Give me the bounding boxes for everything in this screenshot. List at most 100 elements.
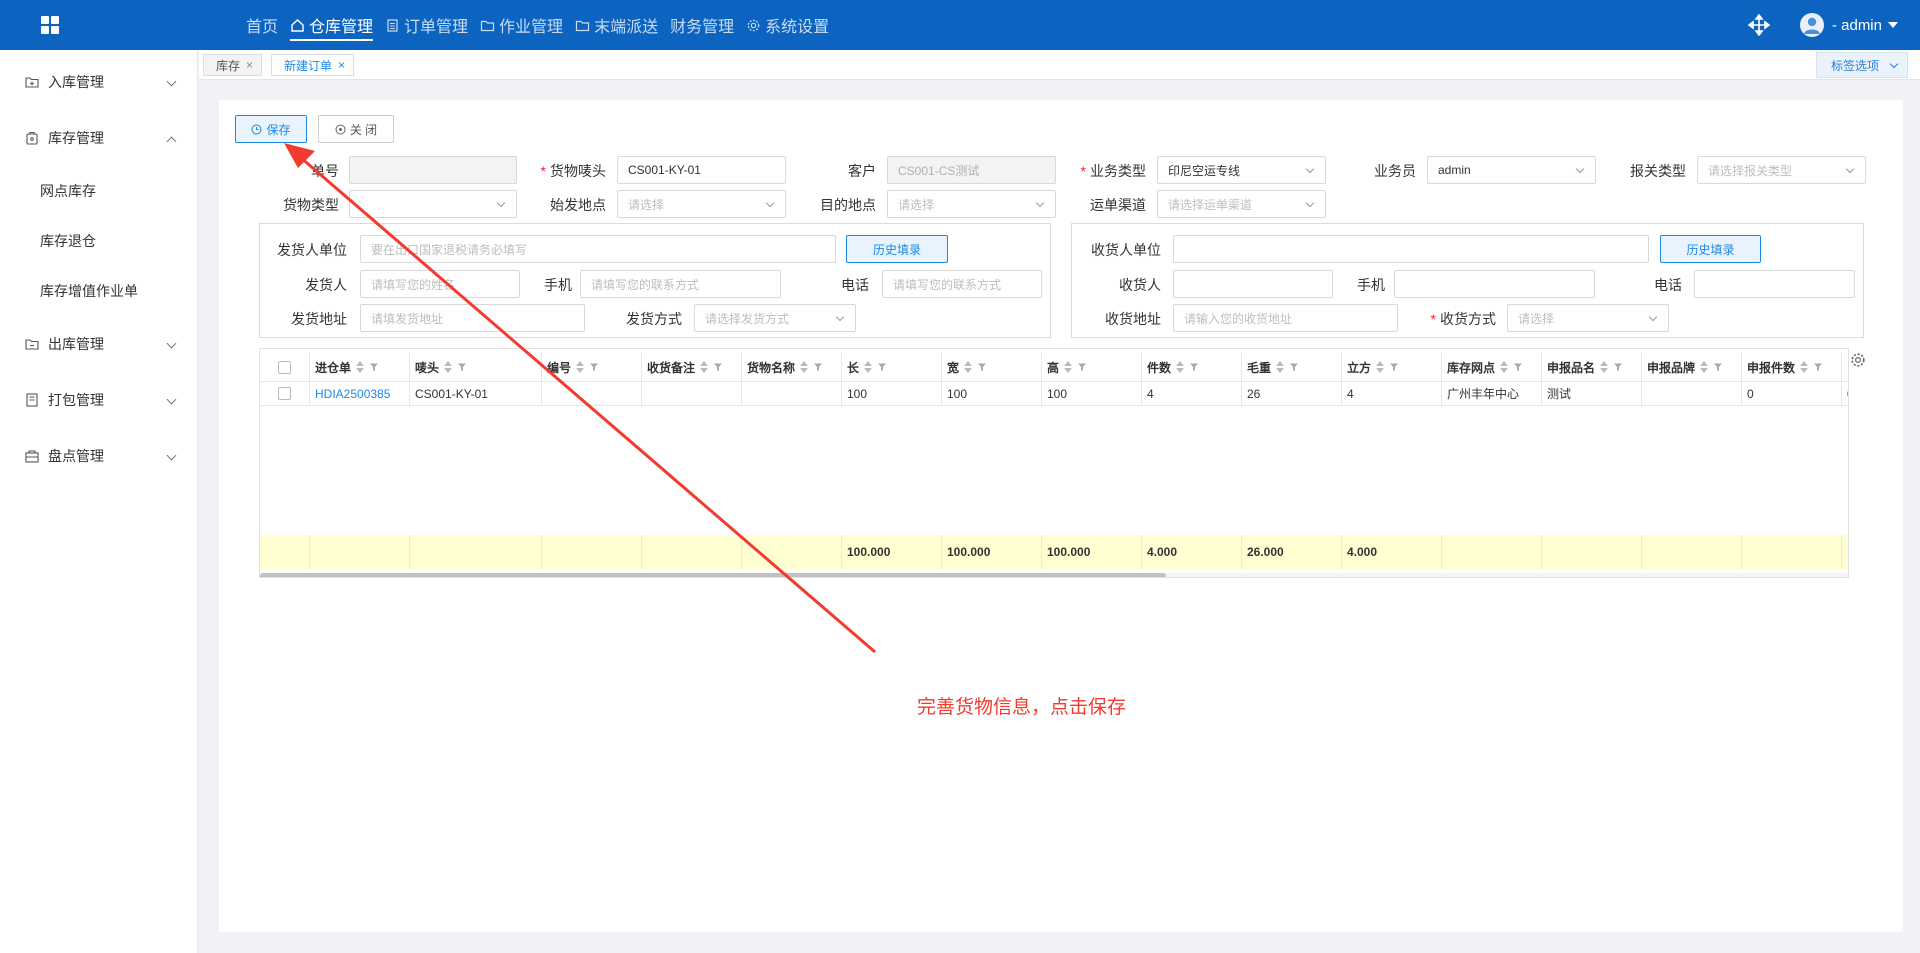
consignee-mobile-input[interactable] (1394, 270, 1595, 298)
customs-type-select[interactable]: 请选择报关类型 (1697, 156, 1866, 184)
filter-icon[interactable] (1713, 362, 1723, 372)
shipper-method-select[interactable]: 请选择发货方式 (694, 304, 856, 332)
sort-icon[interactable] (864, 361, 873, 373)
save-button[interactable]: 保存 (235, 115, 307, 143)
filter-icon[interactable] (1389, 362, 1399, 372)
column-header[interactable]: 申 (1842, 353, 1848, 381)
shipper-phone-input[interactable]: 请填写您的联系方式 (882, 270, 1042, 298)
column-header[interactable]: 高 (1042, 353, 1142, 381)
filter-icon[interactable] (1289, 362, 1299, 372)
column-header[interactable]: 毛重 (1242, 353, 1342, 381)
sort-icon[interactable] (700, 361, 709, 373)
warehouse-entry-link[interactable]: HDIA2500385 (310, 382, 410, 405)
filter-icon[interactable] (589, 362, 599, 372)
user-name[interactable]: - admin (1832, 17, 1882, 34)
shipper-history-button[interactable]: 历史填录 (846, 235, 948, 263)
sidebar-group-inbound[interactable]: 入库管理 (0, 54, 197, 110)
sidebar-item-branch-inventory[interactable]: 网点库存 (0, 166, 197, 216)
nav-finance[interactable]: 财务管理 (664, 0, 740, 50)
column-header[interactable]: 唛头 (410, 353, 542, 381)
nav-warehouse[interactable]: 仓库管理 (284, 0, 379, 50)
sort-icon[interactable] (576, 361, 585, 373)
sidebar-group-stocktake[interactable]: 盘点管理 (0, 428, 197, 484)
sidebar-item-inventory-return[interactable]: 库存退仓 (0, 216, 197, 266)
fullscreen-move-icon[interactable] (1747, 13, 1771, 37)
sort-icon[interactable] (1176, 361, 1185, 373)
consignee-history-button[interactable]: 历史填录 (1660, 235, 1761, 263)
column-header[interactable]: 长 (842, 353, 942, 381)
sort-icon[interactable] (1700, 361, 1709, 373)
filter-icon[interactable] (369, 362, 379, 372)
nav-home[interactable]: 首页 (240, 0, 284, 50)
consignee-phone-input[interactable] (1694, 270, 1855, 298)
user-avatar[interactable] (1799, 13, 1824, 37)
shipper-mobile-input[interactable]: 请填写您的联系方式 (580, 270, 781, 298)
business-type-select[interactable]: 印尼空运专线 (1157, 156, 1326, 184)
mark-input[interactable]: CS001-KY-01 (617, 156, 786, 184)
salesman-select[interactable]: admin (1427, 156, 1596, 184)
filter-icon[interactable] (1077, 362, 1087, 372)
sidebar-item-value-added-order[interactable]: 库存增值作业单 (0, 266, 197, 316)
filter-icon[interactable] (457, 362, 467, 372)
filter-icon[interactable] (813, 362, 823, 372)
table-row[interactable]: HDIA2500385 CS001-KY-01 100 100 100 4 26 4 广州丰年中… (260, 382, 1848, 406)
shipper-name-input[interactable]: 请填写您的姓名 (360, 270, 520, 298)
column-header[interactable]: 件数 (1142, 353, 1242, 381)
column-header[interactable]: 立方 (1342, 353, 1442, 381)
filter-icon[interactable] (1189, 362, 1199, 372)
consignee-method-select[interactable]: 请选择 (1507, 304, 1669, 332)
tab-options-button[interactable]: 标签选项 (1815, 52, 1908, 78)
column-header[interactable]: 申报件数 (1742, 353, 1842, 381)
nav-operations[interactable]: 作业管理 (474, 0, 569, 50)
select-all-checkbox[interactable] (278, 360, 291, 374)
column-header[interactable]: 编号 (542, 353, 642, 381)
column-header[interactable]: 库存网点 (1442, 353, 1542, 381)
scrollbar-thumb[interactable] (260, 573, 1166, 577)
consignee-name-input[interactable] (1173, 270, 1333, 298)
shipper-address-input[interactable]: 请填发货地址 (360, 304, 585, 332)
goods-type-select[interactable] (349, 190, 517, 218)
channel-select[interactable]: 请选择运单渠道 (1157, 190, 1326, 218)
close-button[interactable]: 关 闭 (318, 115, 394, 143)
horizontal-scrollbar[interactable] (260, 573, 1848, 577)
consignee-company-input[interactable] (1173, 235, 1649, 263)
tab-new-order[interactable]: 新建订单 × (271, 54, 355, 76)
tab-inventory[interactable]: 库存 × (203, 54, 263, 76)
close-icon[interactable]: × (338, 58, 345, 72)
column-header[interactable]: 货物名称 (742, 353, 842, 381)
sort-icon[interactable] (1276, 361, 1285, 373)
column-header[interactable]: 申报品牌 (1642, 353, 1742, 381)
sidebar-group-packing[interactable]: 打包管理 (0, 372, 197, 428)
origin-select[interactable]: 请选择 (617, 190, 786, 218)
sort-icon[interactable] (444, 361, 453, 373)
filter-icon[interactable] (877, 362, 887, 372)
sort-icon[interactable] (1376, 361, 1385, 373)
row-checkbox[interactable] (278, 387, 291, 400)
user-menu-caret-icon[interactable] (1888, 22, 1898, 28)
shipper-company-input[interactable]: 要在出口国家退税请务必填写 (360, 235, 836, 263)
filter-icon[interactable] (1613, 362, 1623, 372)
column-header[interactable]: 收货备注 (642, 353, 742, 381)
close-icon[interactable]: × (246, 58, 253, 72)
nav-last-mile[interactable]: 末端派送 (569, 0, 664, 50)
sort-icon[interactable] (1064, 361, 1073, 373)
filter-icon[interactable] (977, 362, 987, 372)
filter-icon[interactable] (1513, 362, 1523, 372)
order-no-input[interactable] (349, 156, 517, 184)
sort-icon[interactable] (1500, 361, 1509, 373)
sort-icon[interactable] (964, 361, 973, 373)
sort-icon[interactable] (1600, 361, 1609, 373)
filter-icon[interactable] (1813, 362, 1823, 372)
consignee-address-input[interactable]: 请输入您的收货地址 (1173, 304, 1398, 332)
sort-icon[interactable] (800, 361, 809, 373)
customer-input[interactable]: CS001-CS测试 (887, 156, 1056, 184)
sort-icon[interactable] (1800, 361, 1809, 373)
nav-settings[interactable]: 系统设置 (740, 0, 835, 50)
sort-icon[interactable] (356, 361, 365, 373)
table-settings-gear-icon[interactable] (1850, 352, 1866, 368)
column-header[interactable]: 进仓单 (310, 353, 410, 381)
column-header[interactable]: 申报品名 (1542, 353, 1642, 381)
nav-orders[interactable]: 订单管理 (379, 0, 474, 50)
filter-icon[interactable] (713, 362, 723, 372)
sidebar-group-outbound[interactable]: 出库管理 (0, 316, 197, 372)
